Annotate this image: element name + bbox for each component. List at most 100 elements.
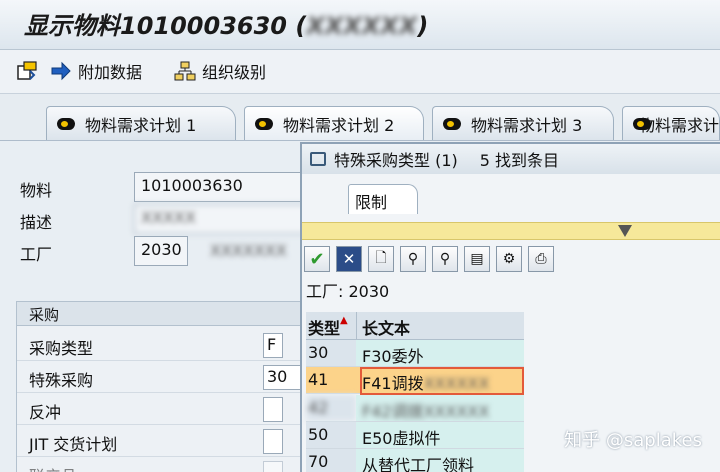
list-item[interactable]: 70 从替代工厂领料 (306, 449, 524, 472)
org-levels-button[interactable]: 组织级别 (174, 58, 266, 84)
other-material-button[interactable] (16, 58, 38, 84)
list-item-type: 41 (306, 367, 356, 393)
special-procurement-field[interactable]: 30 (263, 365, 303, 390)
list-item-selected[interactable]: 41 F41调拨XXXXXX (306, 367, 524, 395)
list-item-text: F42调拨XXXXXX (356, 395, 524, 421)
selection-frame (360, 367, 524, 395)
backflush-row: 反冲 (17, 394, 305, 425)
list-item-text: 从替代工厂领料 (356, 449, 524, 472)
backflush-label: 反冲 (29, 403, 62, 422)
tab-label: 物料需求计划 3 (471, 115, 583, 135)
tab-label: 物料需求计划 2 (283, 115, 395, 135)
watermark: 知乎 @saplakes (564, 430, 702, 451)
tab-mrp-1[interactable]: 物料需求计划 1 (46, 106, 236, 140)
list-item[interactable]: 42 F42调拨XXXXXX (306, 395, 524, 422)
description-field[interactable]: XXXXX (134, 204, 314, 234)
procurement-group-title: 采购 (17, 302, 305, 326)
material-label: 物料 (20, 181, 53, 200)
restrictions-bar[interactable] (302, 222, 720, 240)
tab-mrp-3[interactable]: 物料需求计划 3 (432, 106, 614, 140)
list-header: 类型▲ 长文本 (306, 312, 524, 340)
gear-icon: ⚙ (502, 251, 516, 267)
tab-status-icon (443, 116, 465, 132)
find-next-button[interactable]: ⚲ (432, 246, 458, 272)
popup-toolbar: ✔ ✕ 🗋 ⚲ ⚲ ▤ ⚙ ⎙ (304, 246, 554, 274)
backflush-field[interactable] (263, 397, 283, 422)
co-product-label: 联产品 (29, 463, 77, 472)
printer-icon: ⎙ (535, 251, 547, 267)
popup-title-bar: 特殊采购类型 (1) 5 找到条目 (302, 144, 720, 174)
procurement-type-label: 采购类型 (29, 339, 94, 358)
special-procurement-row: 特殊采购 30 (17, 362, 305, 393)
list-item-type: 42 (306, 395, 356, 421)
document-icon: 🗋 (375, 250, 387, 266)
window-title-close: ) (417, 12, 429, 40)
popup-title: 特殊采购类型 (1) (334, 151, 458, 170)
settings-button[interactable]: ⚙ (496, 246, 522, 272)
list-item[interactable]: 50 E50虚拟件 (306, 422, 524, 449)
plant-label: 工厂 (20, 245, 53, 264)
window-title-text: 显示物料1010003630 ( (24, 12, 307, 40)
window-title-blurred: XXXXXX (306, 12, 418, 40)
export-icon: ▤ (470, 251, 484, 267)
title-bar: 显示物料1010003630 (XXXXXX) (0, 0, 720, 50)
binoculars-icon: ⚲ (407, 251, 419, 267)
list-item[interactable]: 30 F30委外 (306, 340, 524, 367)
list-item-type: 70 (306, 449, 356, 472)
arrow-right-icon (50, 60, 72, 82)
tab-label: 物料需求计 (639, 115, 720, 135)
list-item-type: 50 (306, 422, 356, 448)
change-view-icon (16, 60, 38, 82)
jit-schedule-field[interactable] (263, 429, 283, 454)
print-button[interactable]: ⎙ (528, 246, 554, 272)
additional-data-button[interactable]: 附加数据 (50, 58, 142, 84)
list-item-type: 30 (306, 340, 356, 366)
column-header-type-text: 类型 (308, 319, 341, 338)
expand-triangle-icon[interactable] (618, 225, 632, 237)
window-icon (310, 152, 326, 166)
popup-entry-count: 5 找到条目 (479, 151, 560, 170)
popup-plant-line: 工厂: 2030 (306, 282, 390, 301)
procurement-group: 采购 采购类型 F 特殊采购 30 反冲 JIT 交货计划 联产品 (16, 301, 306, 472)
tab-mrp-4[interactable]: 物料需求计 (622, 106, 720, 140)
find-button[interactable]: ⚲ (400, 246, 426, 272)
tab-mrp-2[interactable]: 物料需求计划 2 (244, 106, 424, 140)
org-hierarchy-icon (174, 60, 196, 82)
material-field[interactable]: 1010003630 (134, 172, 314, 202)
new-document-button[interactable]: 🗋 (368, 246, 394, 272)
column-header-type[interactable]: 类型▲ (308, 315, 348, 339)
description-label: 描述 (20, 213, 53, 232)
application-toolbar: 附加数据 组织级别 (0, 50, 720, 94)
tab-restrictions[interactable]: 限制 (348, 184, 418, 214)
jit-schedule-label: JIT 交货计划 (29, 435, 118, 454)
additional-data-label: 附加数据 (78, 63, 143, 82)
plant-description: XXXXXXX (210, 241, 287, 260)
special-procurement-popup: 特殊采购类型 (1) 5 找到条目 限制 ✔ ✕ 🗋 ⚲ ⚲ ▤ ⚙ ⎙ 工厂:… (300, 142, 720, 472)
procurement-type-field[interactable]: F (263, 333, 283, 358)
window-title: 显示物料1010003630 (XXXXXX) (24, 6, 428, 41)
list-item-text-blurred: XXXXXX (423, 402, 490, 421)
column-header-long-text[interactable]: 长文本 (362, 315, 410, 339)
plant-field[interactable]: 2030 (134, 236, 188, 266)
tab-strip: 物料需求计划 1 物料需求计划 2 物料需求计划 3 物料需求计 (0, 106, 720, 140)
jit-schedule-row: JIT 交货计划 (17, 426, 305, 457)
sort-ascending-icon: ▲ (340, 315, 348, 326)
tab-label: 物料需求计划 1 (85, 115, 197, 135)
column-divider (356, 312, 357, 340)
tab-status-icon (255, 116, 277, 132)
org-levels-label: 组织级别 (202, 63, 267, 82)
list-item-text: E50虚拟件 (356, 422, 524, 448)
list-item-text-main: F42调拨 (362, 402, 424, 421)
cancel-button[interactable]: ✕ (336, 246, 362, 272)
binoculars-plus-icon: ⚲ (439, 251, 451, 267)
procurement-type-row: 采购类型 F (17, 330, 305, 361)
close-icon: ✕ (342, 250, 356, 268)
co-product-field[interactable] (263, 461, 283, 472)
special-procurement-label: 特殊采购 (29, 371, 94, 390)
check-icon: ✔ (309, 248, 325, 270)
export-button[interactable]: ▤ (464, 246, 490, 272)
list-item-text: F30委外 (356, 340, 524, 366)
tab-status-icon (57, 116, 79, 132)
confirm-button[interactable]: ✔ (304, 246, 330, 272)
co-product-row: 联产品 (17, 458, 305, 472)
